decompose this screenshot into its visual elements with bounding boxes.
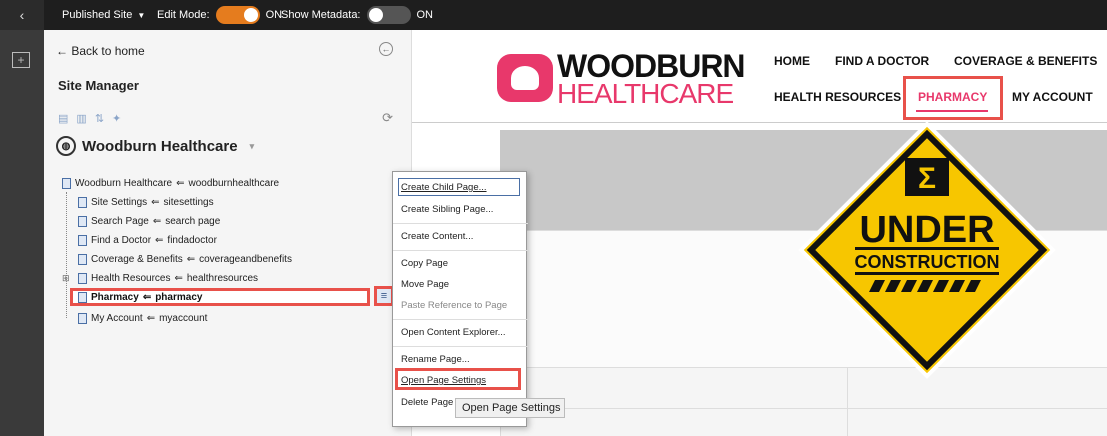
menu-rename-page[interactable]: Rename Page... — [401, 354, 470, 365]
arrow-left-icon: ← — [56, 44, 68, 58]
page-icon — [78, 312, 87, 324]
tree-node-root[interactable]: Woodburn Healthcare ⇐ woodburnhealthcare — [62, 175, 279, 191]
menu-create-sibling-page[interactable]: Create Sibling Page... — [401, 204, 493, 215]
tree-node-pharmacy[interactable]: Pharmacy ⇐ pharmacy — [78, 289, 202, 305]
menu-separator — [393, 250, 528, 251]
page-context-menu: Create Child Page... Create Sibling Page… — [392, 171, 528, 427]
svg-text:Σ: Σ — [918, 162, 936, 195]
panel-title: Site Manager — [58, 78, 139, 93]
menu-create-child-page[interactable]: Create Child Page... — [401, 182, 487, 193]
page-icon — [78, 215, 87, 227]
page-icon — [78, 234, 87, 246]
show-metadata-control: Show Metadata: ON — [281, 0, 433, 30]
tree-node-health-resources[interactable]: ⊞ Health Resources ⇐ healthresources — [62, 270, 258, 286]
back-to-home-label: Back to home — [71, 44, 145, 58]
menu-separator — [393, 223, 528, 224]
site-selector[interactable]: ◍ Woodburn Healthcare ▾ — [56, 136, 254, 156]
published-site-label: Published Site — [62, 9, 133, 21]
menu-open-content-explorer[interactable]: Open Content Explorer... — [401, 327, 506, 338]
menu-move-page[interactable]: Move Page — [401, 279, 449, 290]
globe-icon: ◍ — [56, 136, 76, 156]
node-label: Search Page — [91, 215, 149, 227]
page-icon — [78, 253, 87, 265]
node-label: Find a Doctor — [91, 234, 152, 246]
tree-node-my-account[interactable]: My Account ⇐ myaccount — [78, 310, 207, 326]
show-metadata-toggle[interactable] — [366, 6, 411, 24]
tree-connector — [66, 192, 67, 318]
node-label: Woodburn Healthcare — [75, 177, 173, 189]
site-manager-panel: ← Back to home ← Site Manager ▤ ▥ ⇅ ✦ ⟳ … — [44, 30, 412, 436]
expand-plus-icon[interactable]: ⊞ — [62, 273, 74, 284]
edit-mode-state: ON — [265, 9, 283, 21]
page-icon — [78, 272, 87, 284]
expand-all-icon[interactable]: ▤ — [58, 112, 68, 125]
menu-delete-page[interactable]: Delete Page — [401, 397, 453, 408]
tree-node-site-settings[interactable]: Site Settings ⇐ sitesettings — [78, 194, 214, 210]
sort-icon[interactable]: ⇅ — [95, 112, 104, 125]
node-alias: healthresources — [186, 272, 259, 284]
menu-paste-reference: Paste Reference to Page — [401, 300, 508, 311]
menu-create-content[interactable]: Create Content... — [401, 231, 473, 242]
node-label: Coverage & Benefits — [91, 253, 183, 265]
node-label: My Account — [91, 312, 143, 324]
refresh-icon[interactable]: ⟳ — [382, 110, 393, 126]
chevron-left-icon: ‹ — [19, 7, 25, 23]
collapse-icon[interactable]: ← — [379, 42, 393, 56]
edit-mode-control: Edit Mode: ON — [157, 0, 282, 30]
node-alias: sitesettings — [163, 196, 214, 208]
menu-separator — [393, 346, 528, 347]
svg-text:UNDER: UNDER — [859, 209, 994, 251]
node-label: Site Settings — [91, 196, 148, 208]
page-actions-button[interactable]: ≡ — [374, 286, 394, 306]
heart-logo-icon — [497, 54, 553, 102]
page-icon — [78, 196, 87, 208]
add-panel-icon[interactable]: + — [12, 52, 30, 68]
node-label: Health Resources — [91, 272, 171, 284]
under-construction-sign: Σ UNDER CONSTRUCTION — [798, 121, 1056, 379]
published-site-dropdown[interactable]: Published Site ▼ — [62, 0, 145, 30]
top-toolbar: ‹ Published Site ▼ Edit Mode: ON Show Me… — [0, 0, 1107, 30]
nav-home[interactable]: HOME — [774, 54, 810, 68]
edit-mode-label: Edit Mode: — [157, 9, 210, 21]
page-icon — [78, 291, 87, 303]
show-metadata-state: ON — [416, 9, 434, 21]
tooltip: Open Page Settings — [455, 398, 565, 418]
nav-find-a-doctor[interactable]: FIND A DOCTOR — [835, 54, 929, 68]
node-alias: coverageandbenefits — [199, 253, 292, 265]
nav-pharmacy[interactable]: PHARMACY — [918, 90, 987, 104]
svg-text:CONSTRUCTION: CONSTRUCTION — [855, 252, 1000, 272]
tree-toolbar: ▤ ▥ ⇅ ✦ — [58, 112, 121, 125]
node-alias: findadoctor — [167, 234, 217, 246]
nav-my-account[interactable]: MY ACCOUNT — [1012, 90, 1093, 104]
menu-open-page-settings[interactable]: Open Page Settings — [401, 375, 486, 386]
node-alias: search page — [165, 215, 221, 227]
node-alias: myaccount — [159, 312, 208, 324]
edit-mode-toggle[interactable] — [215, 6, 260, 24]
left-rail: + — [0, 30, 44, 436]
menu-separator — [393, 319, 528, 320]
site-name: Woodburn Healthcare — [82, 137, 238, 155]
nav-health-resources[interactable]: HEALTH RESOURCES — [774, 90, 901, 104]
show-metadata-label: Show Metadata: — [281, 9, 361, 21]
caret-down-icon: ▼ — [137, 10, 146, 20]
collapse-panel-button[interactable]: ‹ — [0, 0, 44, 30]
back-to-home-link[interactable]: ← Back to home — [56, 44, 145, 58]
logo-line2: HEALTHCARE — [557, 78, 734, 109]
page-icon — [62, 177, 71, 189]
node-label: Pharmacy — [91, 291, 139, 303]
tree-node-find-a-doctor[interactable]: Find a Doctor ⇐ findadoctor — [78, 232, 217, 248]
node-alias: pharmacy — [155, 291, 203, 303]
menu-copy-page[interactable]: Copy Page — [401, 258, 448, 269]
menu-edit-icon: ≡ — [380, 290, 388, 302]
collapse-all-icon[interactable]: ▥ — [76, 112, 86, 125]
caret-down-icon: ▾ — [249, 140, 255, 151]
node-alias: woodburnhealthcare — [188, 177, 280, 189]
active-underline — [916, 110, 988, 112]
tree-node-coverage-benefits[interactable]: Coverage & Benefits ⇐ coverageandbenefit… — [78, 251, 292, 267]
sparkle-icon[interactable]: ✦ — [112, 112, 121, 125]
tree-node-search-page[interactable]: Search Page ⇐ search page — [78, 213, 220, 229]
nav-coverage-benefits[interactable]: COVERAGE & BENEFITS — [954, 54, 1097, 68]
